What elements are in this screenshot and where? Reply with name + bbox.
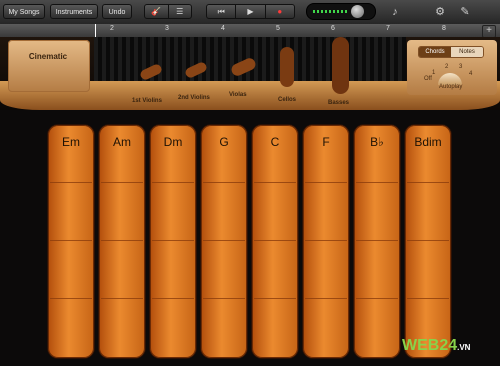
chord-label: F <box>322 135 330 149</box>
mixer-icon[interactable]: ⚙ <box>433 6 447 18</box>
chords-tab[interactable]: Chords <box>419 47 451 57</box>
notes-tab[interactable]: Notes <box>451 47 483 57</box>
undo-button[interactable]: Undo <box>102 4 132 19</box>
preset-panel[interactable]: Cinematic <box>8 40 90 92</box>
my-songs-button[interactable]: My Songs <box>3 4 45 19</box>
chord-strip-dm[interactable]: Dm <box>150 125 196 358</box>
instrument-view-icon[interactable]: 🎸 <box>145 5 169 18</box>
basses-label[interactable]: Basses <box>328 100 349 106</box>
second-violins-label[interactable]: 2nd Violins <box>178 95 210 101</box>
autoplay-label: Autoplay <box>439 84 463 90</box>
record-button[interactable]: ● <box>266 5 294 18</box>
first-violins-label[interactable]: 1st Violins <box>132 98 162 104</box>
violas-label[interactable]: Violas <box>229 92 247 98</box>
tracks-view-icon[interactable]: ☰ <box>169 5 192 18</box>
cello-icon[interactable] <box>280 47 294 87</box>
metronome-icon[interactable]: ♪ <box>388 6 402 18</box>
playhead[interactable] <box>95 24 96 37</box>
chord-label: Bdim <box>414 135 442 149</box>
wrench-icon[interactable]: ✎ <box>458 6 472 18</box>
bass-icon[interactable] <box>332 37 349 94</box>
controls-panel: Chords Notes Off 1 2 3 4 Autoplay <box>407 40 497 95</box>
stage: Cinematic 1st Violins 2nd Violins Violas… <box>0 37 500 110</box>
chord-strip-em[interactable]: Em <box>48 125 94 358</box>
chord-label: Am <box>113 135 131 149</box>
chord-strip-bdim[interactable]: Bdim <box>405 125 451 358</box>
top-toolbar: My Songs Instruments Undo 🎸 ☰ ⏮ ▶ ● ♪ ⚙ … <box>0 0 500 25</box>
level-meter <box>306 3 376 20</box>
chord-label: Dm <box>163 135 183 149</box>
rewind-button[interactable]: ⏮ <box>207 5 237 18</box>
chord-strip-b-flat[interactable]: B♭ <box>354 125 400 358</box>
chord-label: B♭ <box>370 135 384 149</box>
timeline-ruler[interactable]: 2 3 4 5 6 7 8 <box>0 24 500 38</box>
play-button[interactable]: ▶ <box>236 5 266 18</box>
preset-name: Cinematic <box>28 52 68 61</box>
instruments-button[interactable]: Instruments <box>50 4 98 19</box>
chord-label: C <box>270 135 280 149</box>
chord-strip-f[interactable]: F <box>303 125 349 358</box>
chords-notes-toggle[interactable]: Chords Notes <box>418 46 484 58</box>
volume-knob[interactable] <box>351 5 364 18</box>
chord-strip-c[interactable]: C <box>252 125 298 358</box>
watermark-logo: WEB24.VN <box>402 337 471 354</box>
chord-label: G <box>219 135 229 149</box>
cellos-label[interactable]: Cellos <box>278 97 296 103</box>
chord-label: Em <box>62 135 80 149</box>
transport-controls: ⏮ ▶ ● <box>206 4 295 19</box>
view-switcher: 🎸 ☰ <box>144 4 192 19</box>
chord-strip-am[interactable]: Am <box>99 125 145 358</box>
chord-strip-g[interactable]: G <box>201 125 247 358</box>
